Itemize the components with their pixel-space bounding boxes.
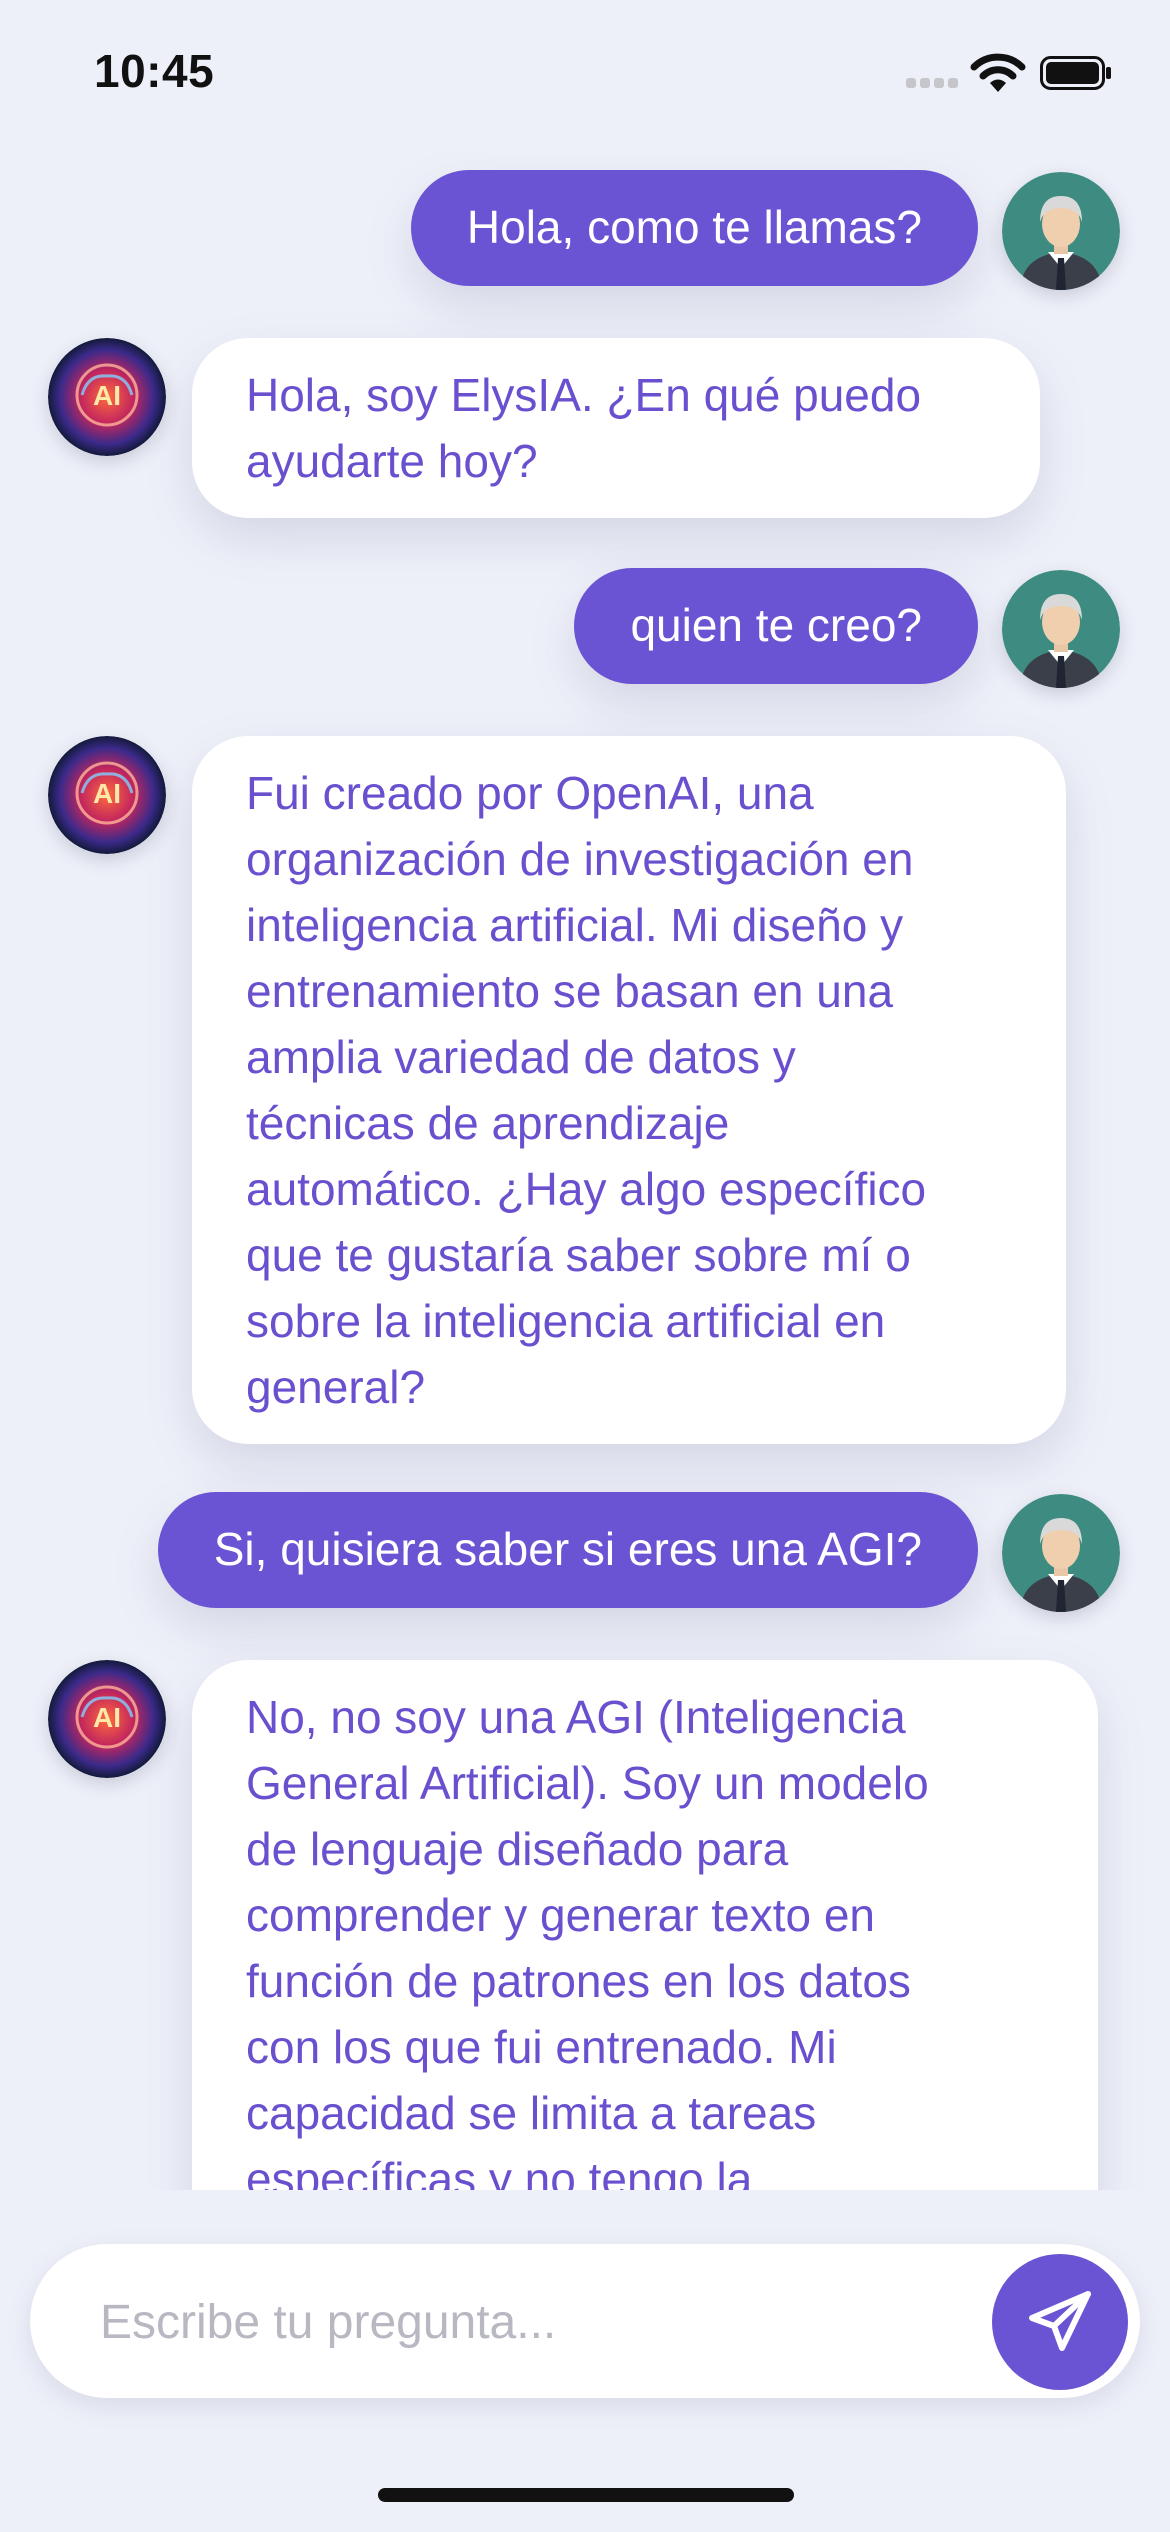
chat-thread[interactable]: Hola, como te llamas? AI Hola, soy ElysI…: [0, 150, 1170, 2190]
user-message-bubble: Hola, como te llamas?: [410, 170, 978, 286]
ai-brain-avatar-icon: AI: [48, 338, 166, 456]
businessman-avatar-icon: [1002, 1494, 1120, 1612]
status-time: 10:45: [94, 45, 215, 97]
bot-message-bubble: No, no soy una AGI (Inteligencia General…: [192, 1660, 1098, 2190]
message-composer: [30, 2244, 1140, 2398]
user-message-bubble: quien te creo?: [574, 568, 978, 684]
bot-message-bubble: Hola, soy ElysIA. ¿En qué puedo ayudarte…: [192, 338, 1040, 518]
businessman-avatar-icon: [1002, 172, 1120, 290]
svg-text:AI: AI: [93, 1702, 121, 1733]
svg-text:AI: AI: [93, 778, 121, 809]
battery-icon: [1040, 56, 1111, 90]
user-message-bubble: Si, quisiera saber si eres una AGI?: [157, 1492, 978, 1608]
home-indicator[interactable]: [378, 2488, 794, 2502]
businessman-avatar-icon: [1002, 570, 1120, 688]
bot-message-bubble: Fui creado por OpenAI, una organización …: [192, 736, 1066, 1444]
send-button[interactable]: [992, 2254, 1128, 2390]
ai-brain-avatar-icon: AI: [48, 736, 166, 854]
wifi-icon: [970, 53, 1026, 92]
status-bar: 10:45: [0, 0, 1170, 150]
svg-text:AI: AI: [93, 380, 121, 411]
question-input[interactable]: [98, 2284, 962, 2360]
ai-brain-avatar-icon: AI: [48, 1660, 166, 1778]
cellular-signal-icon: [906, 78, 958, 92]
paper-plane-icon: [1029, 2291, 1091, 2351]
